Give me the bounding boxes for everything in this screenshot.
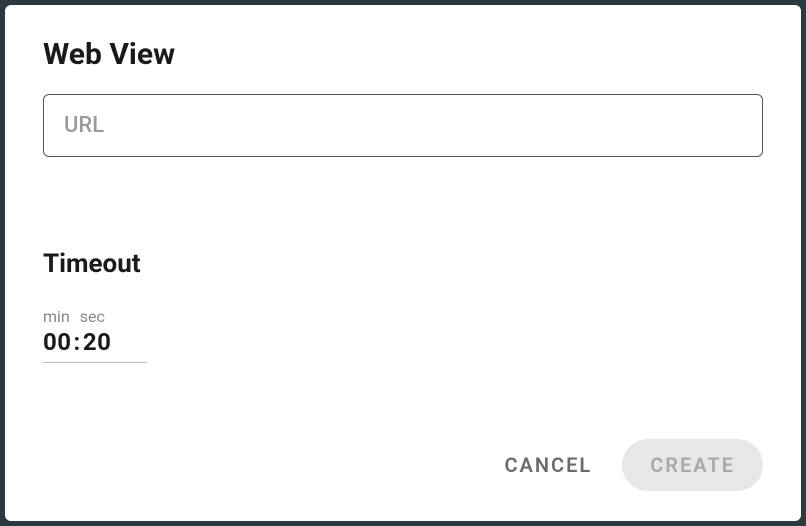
minutes-label: min	[43, 307, 70, 326]
url-input[interactable]	[43, 94, 763, 157]
time-labels: min sec	[43, 307, 147, 326]
timeout-title: Timeout	[43, 249, 763, 279]
create-button[interactable]: CREATE	[622, 439, 763, 491]
cancel-button[interactable]: CANCEL	[504, 453, 592, 477]
time-values: 00:20	[43, 328, 147, 356]
minutes-value[interactable]: 00	[43, 328, 72, 356]
dialog-title: Web View	[43, 37, 763, 72]
seconds-value[interactable]: 20	[83, 328, 112, 356]
dialog-actions: CANCEL CREATE	[43, 439, 763, 491]
seconds-label: sec	[80, 307, 105, 326]
timeout-section: Timeout min sec 00:20	[43, 249, 763, 363]
time-separator: :	[74, 328, 81, 356]
web-view-dialog: Web View Timeout min sec 00:20 CANCEL CR…	[5, 5, 801, 521]
timeout-picker[interactable]: min sec 00:20	[43, 307, 147, 363]
